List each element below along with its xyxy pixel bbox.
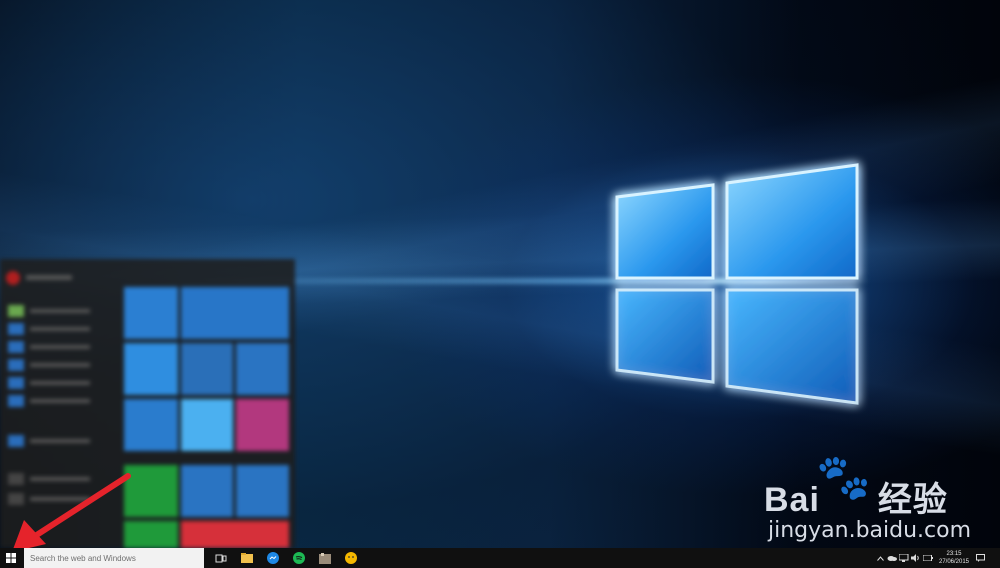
list-item — [8, 305, 98, 317]
tile — [236, 343, 289, 395]
desktop-wallpaper: 🐾 Bai 经验 jingyan.baidu.com — [0, 0, 1000, 548]
search-placeholder: Search the web and Windows — [30, 553, 136, 563]
tile — [181, 343, 233, 395]
media-icon[interactable] — [312, 548, 338, 568]
network-icon[interactable] — [898, 548, 910, 568]
chevron-up-icon[interactable] — [874, 548, 886, 568]
tile — [124, 343, 178, 395]
windows-start-icon — [6, 553, 16, 563]
taskbar: Search the web and Windows 23:15 27/06/2… — [0, 548, 1000, 568]
clock[interactable]: 23:15 27/06/2015 — [934, 550, 974, 566]
user-avatar — [6, 271, 20, 285]
tile — [236, 465, 289, 517]
watermark-brand: Bai 经验 — [764, 480, 948, 520]
emoji-icon[interactable] — [338, 548, 364, 568]
start-button[interactable] — [0, 548, 22, 568]
task-view-icon[interactable] — [208, 548, 234, 568]
volume-icon[interactable] — [910, 548, 922, 568]
tile — [124, 399, 178, 451]
tile — [181, 399, 233, 451]
list-item — [8, 341, 98, 353]
list-item — [8, 323, 98, 335]
action-center-icon[interactable] — [974, 548, 986, 568]
user-name-bar — [26, 275, 72, 280]
list-item — [8, 435, 98, 447]
tile — [236, 399, 289, 451]
clock-time: 23:15 — [946, 551, 962, 557]
tile — [124, 287, 178, 339]
battery-icon[interactable] — [922, 548, 934, 568]
show-desktop-button[interactable] — [986, 548, 1000, 568]
file-explorer-icon[interactable] — [234, 548, 260, 568]
watermark-url: jingyan.baidu.com — [768, 518, 972, 543]
system-tray: 23:15 27/06/2015 — [874, 548, 1000, 568]
tile — [181, 287, 289, 339]
clock-date: 27/06/2015 — [938, 559, 970, 565]
list-item — [8, 359, 98, 371]
messenger-icon[interactable] — [260, 548, 286, 568]
baidu-watermark: 🐾 Bai 经验 jingyan.baidu.com — [764, 456, 994, 548]
list-item — [8, 395, 98, 407]
red-arrow-annotation — [13, 473, 131, 548]
onedrive-icon[interactable] — [886, 548, 898, 568]
tile — [181, 465, 233, 517]
tile — [181, 521, 289, 548]
spotify-icon[interactable] — [286, 548, 312, 568]
search-input[interactable]: Search the web and Windows — [24, 548, 204, 568]
list-item — [8, 377, 98, 389]
windows-logo-glow — [615, 163, 859, 405]
